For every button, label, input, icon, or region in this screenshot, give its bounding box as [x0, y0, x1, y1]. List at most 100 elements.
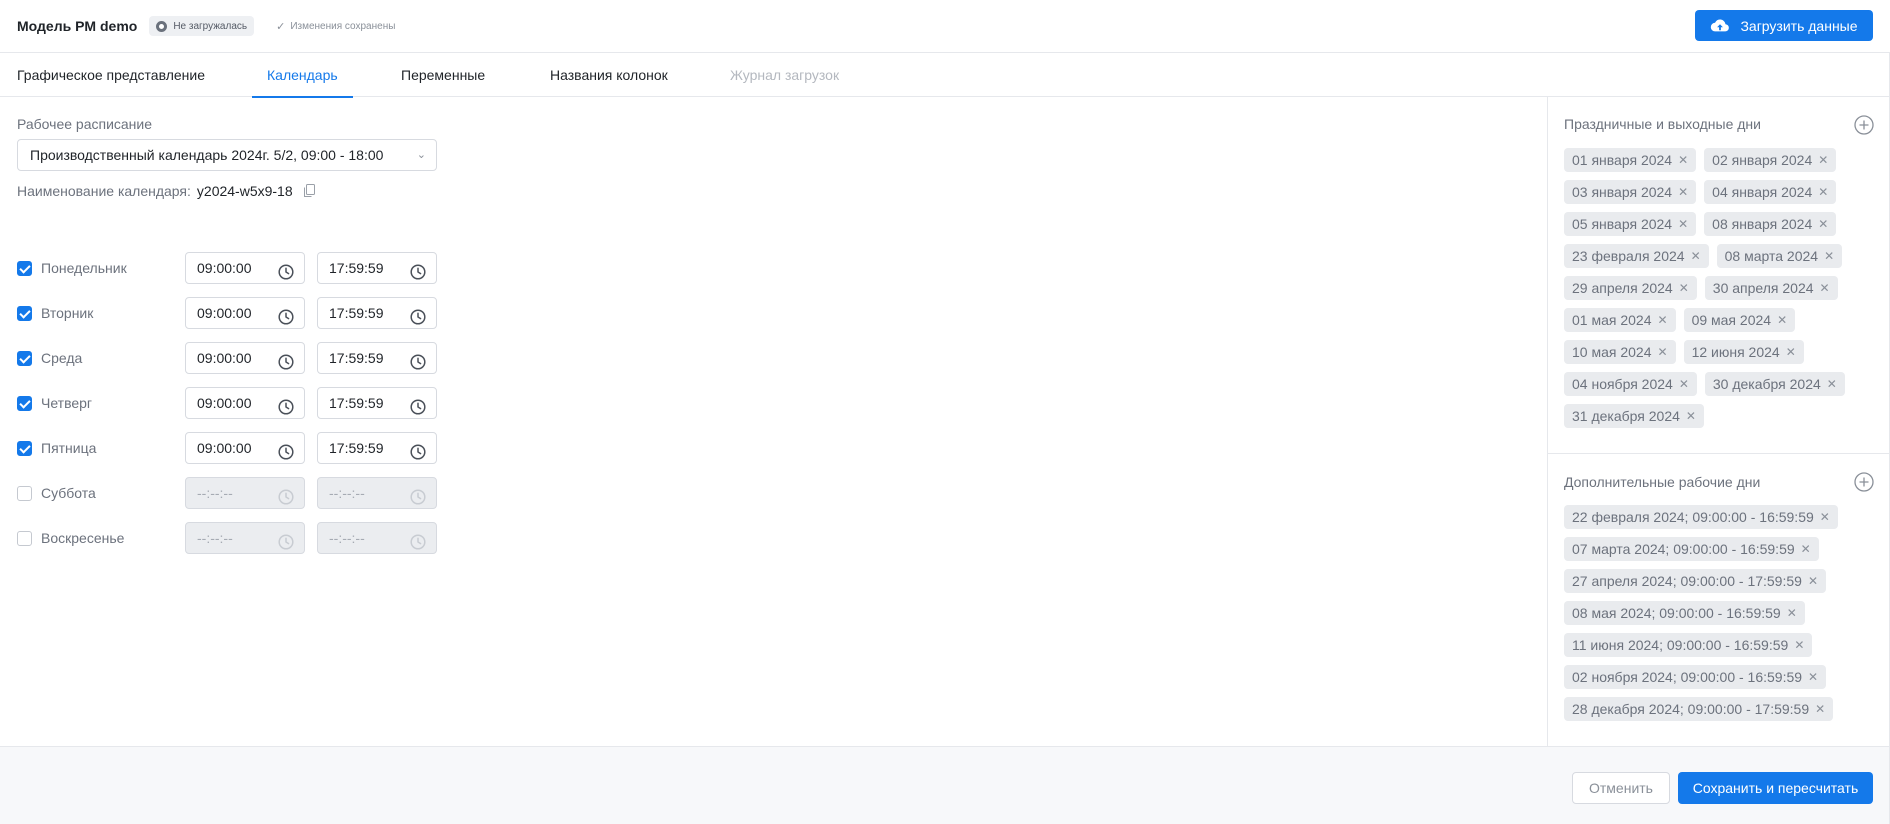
holiday-chip: 29 апреля 2024 ✕: [1564, 276, 1697, 300]
clock-icon[interactable]: [278, 440, 294, 470]
remove-icon[interactable]: ✕: [1808, 569, 1818, 593]
remove-icon[interactable]: ✕: [1679, 372, 1689, 396]
remove-icon[interactable]: ✕: [1808, 665, 1818, 689]
weekday-checkbox[interactable]: [17, 396, 32, 411]
weekday-checkbox[interactable]: [17, 531, 32, 546]
clock-icon[interactable]: [410, 440, 426, 470]
clock-icon[interactable]: [410, 395, 426, 425]
save-recalculate-button[interactable]: Сохранить и пересчитать: [1678, 772, 1873, 804]
end-time-input[interactable]: 17:59:59: [317, 387, 437, 419]
remove-icon[interactable]: ✕: [1801, 537, 1811, 561]
copy-icon[interactable]: [303, 184, 316, 198]
weekday-checkbox[interactable]: [17, 351, 32, 366]
clock-icon: [410, 485, 426, 515]
add-holiday-icon[interactable]: [1854, 115, 1874, 135]
add-workday-icon[interactable]: [1854, 472, 1874, 492]
end-time-input[interactable]: 17:59:59: [317, 342, 437, 374]
end-time-value: 17:59:59: [329, 350, 384, 366]
holiday-chip-label: 04 января 2024: [1712, 184, 1813, 200]
remove-icon[interactable]: ✕: [1686, 404, 1696, 428]
cloud-upload-icon: [1711, 18, 1730, 31]
end-time-input[interactable]: 17:59:59: [317, 252, 437, 284]
schedule-select[interactable]: Производственный календарь 2024г. 5/2, 0…: [17, 139, 437, 171]
remove-icon[interactable]: ✕: [1818, 148, 1828, 172]
holiday-chip: 23 февраля 2024 ✕: [1564, 244, 1709, 268]
upload-data-button[interactable]: Загрузить данные: [1695, 10, 1873, 41]
start-time-input[interactable]: 09:00:00: [185, 297, 305, 329]
remove-icon[interactable]: ✕: [1787, 601, 1797, 625]
weekday-checkbox[interactable]: [17, 486, 32, 501]
remove-icon[interactable]: ✕: [1658, 340, 1668, 364]
weekday-checkbox[interactable]: [17, 441, 32, 456]
clock-icon[interactable]: [278, 305, 294, 335]
clock-icon[interactable]: [278, 395, 294, 425]
clock-icon[interactable]: [410, 260, 426, 290]
schedule-panel: Рабочее расписание Производственный кале…: [0, 97, 1547, 746]
holiday-chip: 30 апреля 2024 ✕: [1704, 276, 1838, 300]
end-time-input: --:--:--: [317, 522, 437, 554]
exceptions-panel: Праздничные и выходные дни 01 января 202…: [1547, 97, 1890, 746]
start-time-input: --:--:--: [185, 477, 305, 509]
weekday-checkbox[interactable]: [17, 306, 32, 321]
workday-chip-label: 11 июня 2024; 09:00:00 - 16:59:59: [1572, 637, 1789, 653]
holiday-chip: 03 января 2024 ✕: [1564, 180, 1697, 204]
workday-chip: 07 марта 2024; 09:00:00 - 16:59:59 ✕: [1564, 537, 1819, 561]
holiday-chip: 31 декабря 2024 ✕: [1564, 404, 1704, 428]
checkmark-icon: ✓: [276, 20, 286, 33]
remove-icon[interactable]: ✕: [1678, 212, 1688, 236]
schedule-select-value: Производственный календарь 2024г. 5/2, 0…: [30, 147, 384, 163]
holiday-chip: 05 января 2024 ✕: [1564, 212, 1697, 236]
start-time-value: 09:00:00: [197, 440, 252, 456]
calendar-name-value: y2024-w5x9-18: [196, 183, 293, 199]
end-time-input[interactable]: 17:59:59: [317, 432, 437, 464]
end-time-input[interactable]: 17:59:59: [317, 297, 437, 329]
remove-icon[interactable]: ✕: [1827, 372, 1837, 396]
remove-icon[interactable]: ✕: [1786, 340, 1796, 364]
remove-icon[interactable]: ✕: [1658, 308, 1668, 332]
weekday-checkbox[interactable]: [17, 261, 32, 276]
weekday-label: Четверг: [41, 395, 93, 411]
start-time-input[interactable]: 09:00:00: [185, 432, 305, 464]
clock-icon: [278, 530, 294, 560]
tab-column-names[interactable]: Названия колонок: [550, 53, 668, 97]
start-time-input[interactable]: 09:00:00: [185, 342, 305, 374]
tab-variables[interactable]: Переменные: [401, 53, 485, 97]
remove-icon[interactable]: ✕: [1794, 633, 1804, 657]
holiday-chip-label: 01 мая 2024: [1572, 312, 1652, 328]
clock-icon: [410, 530, 426, 560]
remove-icon[interactable]: ✕: [1678, 148, 1688, 172]
clock-icon[interactable]: [278, 260, 294, 290]
holiday-chip-label: 10 мая 2024: [1572, 344, 1652, 360]
start-time-value: 09:00:00: [197, 395, 252, 411]
weekday-row: Среда 09:00:00 17:59:59: [17, 342, 447, 374]
holiday-chip-label: 08 января 2024: [1712, 216, 1813, 232]
remove-icon[interactable]: ✕: [1678, 180, 1688, 204]
holiday-chip-label: 08 марта 2024: [1724, 248, 1819, 264]
schedule-label: Рабочее расписание: [17, 116, 153, 132]
start-time-input[interactable]: 09:00:00: [185, 252, 305, 284]
tab-graphic-view[interactable]: Графическое представление: [17, 53, 205, 97]
holiday-chip: 10 мая 2024 ✕: [1564, 340, 1676, 364]
remove-icon[interactable]: ✕: [1820, 276, 1830, 300]
weekday-label: Вторник: [41, 305, 94, 321]
remove-icon[interactable]: ✕: [1679, 276, 1689, 300]
remove-icon[interactable]: ✕: [1820, 505, 1830, 529]
remove-icon[interactable]: ✕: [1691, 244, 1701, 268]
start-time-value: 09:00:00: [197, 305, 252, 321]
remove-icon[interactable]: ✕: [1777, 308, 1787, 332]
remove-icon[interactable]: ✕: [1815, 697, 1825, 721]
remove-icon[interactable]: ✕: [1824, 244, 1834, 268]
clock-icon[interactable]: [278, 350, 294, 380]
radio-dot-icon: [156, 20, 168, 32]
remove-icon[interactable]: ✕: [1818, 212, 1828, 236]
tab-calendar[interactable]: Календарь: [252, 53, 353, 98]
end-time-value: 17:59:59: [329, 440, 384, 456]
remove-icon[interactable]: ✕: [1818, 180, 1828, 204]
holiday-chip: 04 января 2024 ✕: [1704, 180, 1837, 204]
end-time-value: 17:59:59: [329, 395, 384, 411]
clock-icon[interactable]: [410, 305, 426, 335]
clock-icon[interactable]: [410, 350, 426, 380]
start-time-input[interactable]: 09:00:00: [185, 387, 305, 419]
save-status: ✓ Изменения сохранены: [276, 20, 395, 33]
cancel-button[interactable]: Отменить: [1572, 772, 1670, 804]
